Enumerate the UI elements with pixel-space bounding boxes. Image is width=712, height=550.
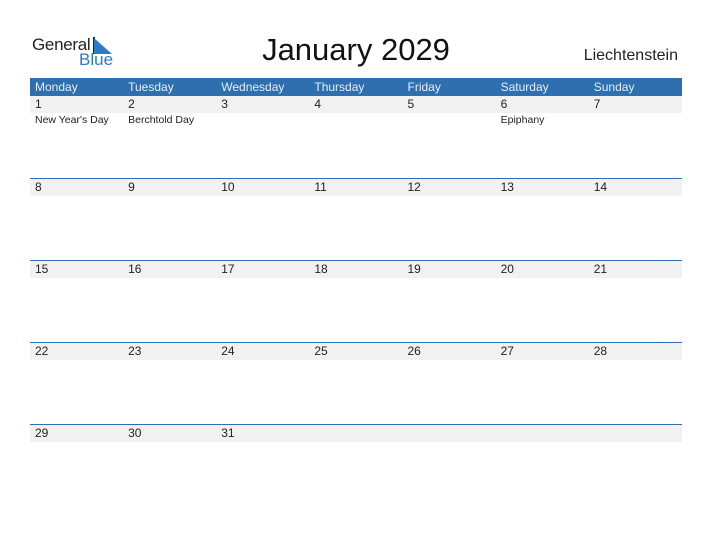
week-row: 8 9 10 11 12 13 14 bbox=[30, 178, 682, 260]
day-number: 12 bbox=[407, 180, 421, 194]
country-label: Liechtenstein bbox=[583, 47, 678, 64]
day-number: 26 bbox=[407, 344, 421, 358]
holiday-label bbox=[216, 113, 309, 127]
holiday-label: Berchtold Day bbox=[128, 114, 195, 126]
day-number: 14 bbox=[593, 180, 608, 194]
day-number: 24 bbox=[221, 344, 235, 358]
week-row: 15 16 17 18 19 20 21 bbox=[30, 260, 682, 342]
week-row: 22 23 24 25 26 27 28 bbox=[30, 342, 682, 424]
day-number: 30 bbox=[128, 426, 142, 440]
holiday-label: New Year's Day bbox=[35, 114, 109, 126]
holiday-label bbox=[589, 113, 682, 127]
day-number: 1 bbox=[35, 97, 42, 111]
weekday-monday: Monday bbox=[35, 80, 78, 94]
holiday-row: New Year's Day Berchtold Day Epiphany bbox=[30, 113, 682, 127]
weeks-container: 1 2 3 4 5 6 7 New Year's Day Berchtold Day Epipha… bbox=[30, 96, 682, 506]
calendar-grid: Monday Tuesday Wednesday Thursday Friday… bbox=[30, 78, 682, 506]
day-number: 25 bbox=[314, 344, 328, 358]
day-number: 31 bbox=[221, 426, 235, 440]
day-number: 21 bbox=[593, 262, 608, 276]
weekday-saturday: Saturday bbox=[500, 80, 549, 94]
weekday-header: Monday Tuesday Wednesday Thursday Friday… bbox=[30, 78, 682, 96]
weekday-tuesday: Tuesday bbox=[128, 80, 174, 94]
holiday-label bbox=[309, 113, 402, 127]
week-row: 1 2 3 4 5 6 7 New Year's Day Berchtold Day Epipha… bbox=[30, 96, 682, 178]
day-number: 6 bbox=[500, 97, 508, 111]
day-number: 8 bbox=[35, 180, 42, 194]
day-number: 15 bbox=[35, 262, 49, 276]
day-number: 28 bbox=[593, 344, 608, 358]
weekday-sunday: Sunday bbox=[593, 80, 635, 94]
date-strip: 1 2 3 4 5 6 7 bbox=[30, 96, 682, 113]
date-strip: 22 23 24 25 26 27 28 bbox=[30, 343, 682, 360]
date-strip: 29 30 31 bbox=[30, 425, 682, 442]
day-number: 4 bbox=[314, 97, 322, 111]
day-number: 3 bbox=[221, 97, 228, 111]
holiday-label: Epiphany bbox=[500, 114, 545, 126]
day-number: 22 bbox=[35, 344, 49, 358]
day-number bbox=[496, 425, 589, 442]
weekday-wednesday: Wednesday bbox=[221, 80, 285, 94]
day-number: 5 bbox=[407, 97, 415, 111]
day-number: 29 bbox=[35, 426, 49, 440]
weekday-thursday: Thursday bbox=[314, 80, 365, 94]
holiday-label bbox=[403, 113, 496, 127]
date-strip: 15 16 17 18 19 20 21 bbox=[30, 261, 682, 278]
day-number bbox=[589, 425, 682, 442]
day-number: 23 bbox=[128, 344, 142, 358]
day-number: 20 bbox=[500, 262, 514, 276]
day-number: 16 bbox=[128, 262, 142, 276]
week-row: 29 30 31 bbox=[30, 424, 682, 506]
day-number: 7 bbox=[593, 97, 601, 111]
day-number bbox=[403, 425, 496, 442]
day-number: 19 bbox=[407, 262, 421, 276]
date-strip: 8 9 10 11 12 13 14 bbox=[30, 179, 682, 196]
day-number: 10 bbox=[221, 180, 235, 194]
weekday-friday: Friday bbox=[407, 80, 441, 94]
day-number: 27 bbox=[500, 344, 514, 358]
day-number: 11 bbox=[314, 180, 327, 194]
day-number bbox=[309, 425, 402, 442]
day-number: 18 bbox=[314, 262, 328, 276]
day-number: 17 bbox=[221, 262, 235, 276]
day-number: 9 bbox=[128, 180, 135, 194]
day-number: 13 bbox=[500, 180, 514, 194]
day-number: 2 bbox=[128, 97, 135, 111]
